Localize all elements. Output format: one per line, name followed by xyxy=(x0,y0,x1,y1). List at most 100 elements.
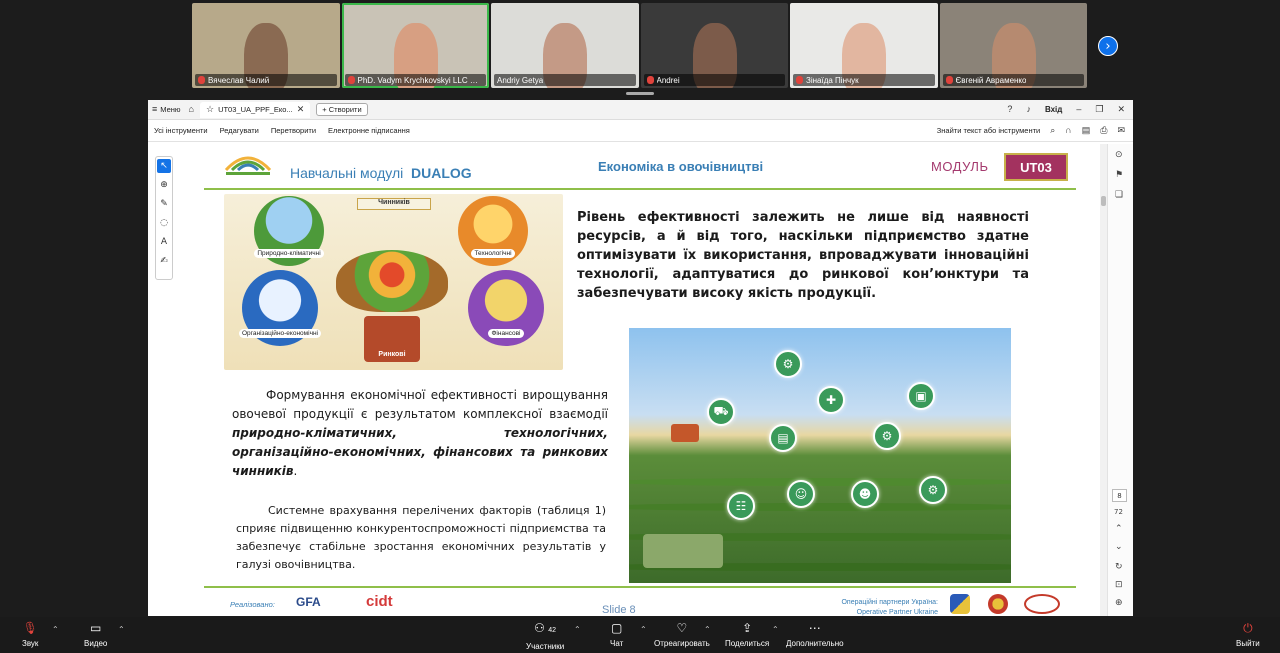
annotation-toolbar: ↖ ⊕ ✎ ◌ A ✍ xyxy=(155,156,173,280)
page-number-input[interactable]: 8 xyxy=(1112,489,1127,502)
all-tools-menu[interactable]: Усі інструменти xyxy=(154,126,208,135)
more-icon: ⋯ xyxy=(808,621,821,635)
minimize-icon[interactable]: – xyxy=(1076,105,1081,114)
restore-icon[interactable]: ❐ xyxy=(1095,105,1103,114)
participant-name: Вячеслав Чалий xyxy=(208,75,270,85)
climate-label: Природно-кліматичні xyxy=(254,249,324,258)
participant-tile[interactable]: Зінаїда Пінчук xyxy=(790,3,938,88)
page-total: 72 xyxy=(1114,508,1123,516)
efficiency-paragraph: Рівень ефективності залежить не лише від… xyxy=(577,210,1029,301)
vegetable-basket-image xyxy=(336,250,448,312)
select-tool-icon[interactable]: ↖ xyxy=(157,159,171,173)
partner-logo-1-icon xyxy=(950,594,970,614)
dualog-logo-icon xyxy=(224,156,272,175)
close-window-icon[interactable]: ✕ xyxy=(1117,105,1125,114)
module-code-badge: UT03 xyxy=(1004,153,1068,181)
chat-options-chevron-icon[interactable]: ⌃ xyxy=(640,625,647,634)
find-text-input[interactable]: Знайти текст або інструменти xyxy=(937,126,1040,135)
new-tab-button[interactable]: + Створити xyxy=(316,103,368,116)
participants-options-chevron-icon[interactable]: ⌃ xyxy=(574,625,581,634)
home-icon[interactable]: ⌂ xyxy=(189,105,194,114)
market-factor: Ринкові xyxy=(364,316,420,362)
rotate-icon[interactable]: ↻ xyxy=(1115,562,1123,572)
react-options-chevron-icon[interactable]: ⌃ xyxy=(704,625,711,634)
video-options-chevron-icon[interactable]: ⌃ xyxy=(118,625,125,634)
print-icon[interactable]: ⎙ xyxy=(1100,126,1107,135)
react-button[interactable]: ♡ Отреагировать xyxy=(654,621,710,648)
document-tab[interactable]: ☆ UT03_UA_PPF_Еко... ✕ xyxy=(199,101,311,118)
headphones-icon[interactable]: ∩ xyxy=(1065,126,1071,135)
close-tab-icon[interactable]: ✕ xyxy=(297,105,305,114)
text-recognition-icon[interactable]: A xyxy=(157,235,171,249)
lasso-tool-icon[interactable]: ◌ xyxy=(157,216,171,230)
participants-count: 42 xyxy=(548,627,557,634)
pen-tool-icon[interactable]: ✎ xyxy=(157,197,171,211)
scroll-thumb[interactable] xyxy=(1101,196,1106,206)
header-divider xyxy=(204,188,1076,190)
participant-name: Andriy Getya xyxy=(497,75,544,85)
smart-farm-photo: ⚙ ✚ ▣ ⛟ ▤ ⚙ ☺ ☻ ⚙ ☷ xyxy=(629,328,1011,583)
video-button[interactable]: ▭ Видео xyxy=(84,621,107,648)
pdf-page: Навчальні модулі DUALOG Економіка в овоч… xyxy=(204,144,1076,616)
cidt-logo: cidt xyxy=(366,593,393,610)
formation-factors-emphasis: природно-кліматичних, технологічних, орг… xyxy=(232,426,608,478)
notifications-icon[interactable]: ♪ xyxy=(1026,105,1031,114)
stamp-tool-icon[interactable]: ✍ xyxy=(157,254,171,268)
participant-name: Євгеній Авраменко xyxy=(955,75,1027,85)
infographic-banner: Чинників xyxy=(357,198,431,210)
share-button[interactable]: ⇪ Поделиться xyxy=(725,621,769,648)
participant-tile[interactable]: Andrei xyxy=(640,3,788,88)
chat-icon: ▢ xyxy=(610,621,623,635)
technology-label: Технологічні xyxy=(471,249,515,258)
page-down-icon[interactable]: ⌄ xyxy=(1115,542,1123,552)
mic-muted-icon xyxy=(796,76,803,84)
zoom-tool-icon[interactable]: ⊕ xyxy=(157,178,171,192)
partners-line-en: Operative Partner Ukraine xyxy=(856,609,938,616)
leave-button[interactable]: ⏻ Выйти xyxy=(1236,621,1260,648)
zoom-in-icon[interactable]: ⊕ xyxy=(1115,598,1123,608)
convert-menu[interactable]: Перетворити xyxy=(271,126,316,135)
finance-label: Фінансові xyxy=(488,329,524,338)
module-label: МОДУЛЬ xyxy=(931,159,989,174)
participant-tile[interactable]: Євгеній Авраменко xyxy=(939,3,1087,88)
share-label: Поделиться xyxy=(725,639,770,648)
page-up-icon[interactable]: ⌃ xyxy=(1115,524,1123,534)
esign-menu[interactable]: Електронне підписання xyxy=(328,126,410,135)
bookmark-icon[interactable]: ⚑ xyxy=(1115,170,1123,180)
participants-button[interactable]: ⚇ 42 Участники xyxy=(526,621,564,651)
more-button[interactable]: ⋯ Дополнительно xyxy=(786,621,844,648)
drag-handle[interactable] xyxy=(626,92,654,95)
vertical-scrollbar[interactable] xyxy=(1100,144,1107,616)
participant-tile[interactable]: Вячеслав Чалий xyxy=(192,3,340,88)
more-label: Дополнительно xyxy=(786,639,844,648)
org-econ-label: Організаційно-економічні xyxy=(239,329,321,338)
mic-muted-icon xyxy=(198,76,205,84)
comments-icon[interactable]: ⊙ xyxy=(1115,150,1123,160)
participant-tile[interactable]: PhD. Vadym Krychkovskyi LLC Orga... xyxy=(341,3,489,88)
edit-menu[interactable]: Редагувати xyxy=(220,126,259,135)
participant-tile[interactable]: Andriy Getya xyxy=(491,3,639,88)
share-options-chevron-icon[interactable]: ⌃ xyxy=(772,625,779,634)
chat-button[interactable]: ▢ Чат xyxy=(610,621,623,648)
search-icon[interactable]: ⌕ xyxy=(1050,126,1055,135)
mail-icon[interactable]: ✉ xyxy=(1117,126,1125,135)
systemic-paragraph: Системне врахування перелічених факторів… xyxy=(236,504,606,571)
menu-button[interactable]: ≡ Меню xyxy=(148,105,189,115)
audio-button[interactable]: 🎙 Звук xyxy=(22,621,38,648)
partners-label: Операційні партнери Україна: Operative P… xyxy=(822,598,938,616)
participant-name-tag: Andriy Getya xyxy=(494,74,636,86)
audio-label: Звук xyxy=(22,639,39,648)
leave-label: Выйти xyxy=(1236,639,1260,648)
star-icon[interactable]: ☆ xyxy=(206,105,214,114)
participants-icon: ⚇ 42 xyxy=(534,621,557,635)
pages-icon[interactable]: ❏ xyxy=(1115,190,1123,200)
help-icon[interactable]: ? xyxy=(1007,105,1012,114)
audio-options-chevron-icon[interactable]: ⌃ xyxy=(52,625,59,634)
fit-page-icon[interactable]: ⊡ xyxy=(1115,580,1123,590)
right-side-panel: ⊙ ⚑ ❏ 8 72 ⌃ ⌄ ↻ ⊡ ⊕ xyxy=(1107,144,1133,616)
save-icon[interactable]: ▤ xyxy=(1082,126,1091,135)
header-brand: DUALOG xyxy=(411,165,472,181)
participant-name-tag: Євгеній Авраменко xyxy=(942,74,1084,86)
login-button[interactable]: Вхід xyxy=(1045,105,1062,114)
next-participants-button[interactable]: › xyxy=(1098,36,1118,56)
